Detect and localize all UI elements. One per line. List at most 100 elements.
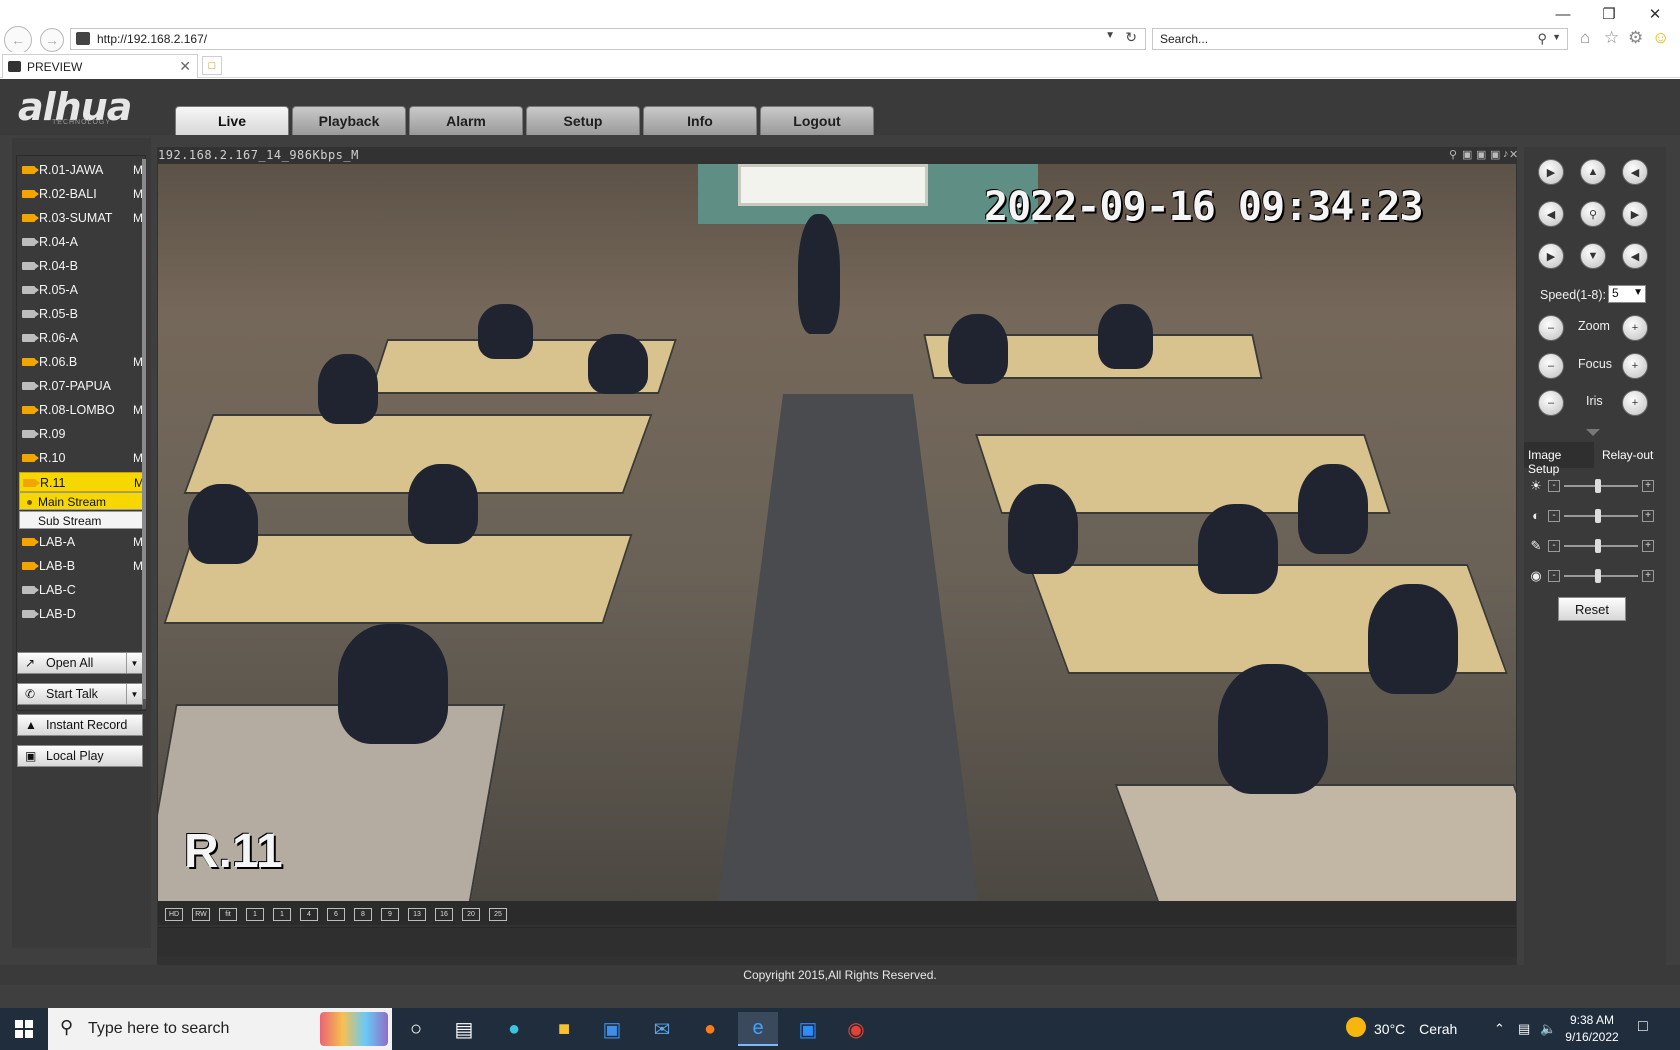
chevron-down-icon[interactable]: ▼ [126, 684, 142, 704]
tab-image-setup[interactable]: Image Setup [1524, 442, 1594, 476]
channel-item-r08[interactable]: R.08-LOMBO M [19, 400, 145, 420]
ptz-down-left-icon[interactable]: ▶ [1538, 243, 1564, 269]
zoom-app-icon[interactable]: ▣ [788, 1012, 828, 1046]
ptz-down-right-icon[interactable]: ◀ [1622, 243, 1648, 269]
chevron-down-icon[interactable]: ▼ [1552, 32, 1561, 42]
tab-alarm[interactable]: Alarm [409, 106, 523, 135]
scrollbar-thumb[interactable] [142, 159, 146, 699]
file-explorer-icon[interactable]: ■ [544, 1012, 584, 1046]
slider-knob[interactable] [1595, 539, 1601, 553]
layout-25-icon[interactable]: 25 [489, 908, 507, 921]
focus-plus-icon[interactable]: + [1622, 353, 1648, 379]
mail-icon[interactable]: ✉ [642, 1012, 682, 1046]
channel-item-r09[interactable]: R.09 [19, 424, 145, 444]
channel-item-r05b[interactable]: R.05-B [19, 304, 145, 324]
channel-item-r07[interactable]: R.07-PAPUA [19, 376, 145, 396]
ptz-auto-icon[interactable]: ⚲ [1580, 201, 1606, 227]
slider-knob[interactable] [1595, 479, 1601, 493]
edge-icon[interactable]: ● [494, 1012, 534, 1046]
focus-minus-icon[interactable]: – [1538, 353, 1564, 379]
plus-icon[interactable]: + [1642, 570, 1654, 582]
channel-item-r04a[interactable]: R.04-A [19, 232, 145, 252]
open-all-button[interactable]: ↗ Open All ▼ [17, 652, 143, 674]
forward-icon[interactable]: → [40, 28, 64, 52]
tab-playback[interactable]: Playback [292, 106, 406, 135]
raw-icon[interactable]: RW [192, 908, 210, 921]
chevron-down-icon[interactable]: ▼ [1105, 30, 1115, 41]
channel-item-r03[interactable]: R.03-SUMAT M [19, 208, 145, 228]
notification-icon[interactable]: □ [1638, 1018, 1648, 1036]
network-icon[interactable]: ▤ [1518, 1021, 1530, 1037]
iris-minus-icon[interactable]: – [1538, 390, 1564, 416]
plus-icon[interactable]: + [1642, 540, 1654, 552]
instant-record-button[interactable]: ▲ Instant Record [17, 714, 143, 736]
main-stream-option[interactable]: Main Stream [19, 492, 145, 510]
channel-item-r06b[interactable]: R.06.B M [19, 352, 145, 372]
chevron-up-icon[interactable]: ⌃ [1494, 1021, 1505, 1037]
minus-icon[interactable]: - [1548, 540, 1560, 552]
saturation-slider[interactable]: ✎ - + [1526, 536, 1666, 556]
channel-item-lab-a[interactable]: LAB-A M [19, 532, 145, 552]
weather-widget[interactable]: 30°C Cerah [1346, 1017, 1457, 1037]
minus-icon[interactable]: - [1548, 570, 1560, 582]
refresh-icon[interactable]: ↻ [1125, 29, 1137, 46]
camera-icon[interactable]: ▣ [1490, 148, 1500, 161]
plus-icon[interactable]: + [1642, 480, 1654, 492]
layout-1-wide-icon[interactable]: 1 [246, 908, 264, 921]
channel-item-r06a[interactable]: R.06-A [19, 328, 145, 348]
minus-icon[interactable]: - [1548, 510, 1560, 522]
channel-item-r02[interactable]: R.02-BALI M [19, 184, 145, 204]
layout-1-icon[interactable]: 1 [273, 908, 291, 921]
channel-item-r05a[interactable]: R.05-A [19, 280, 145, 300]
ptz-down-icon[interactable]: ▼ [1580, 243, 1606, 269]
address-bar[interactable]: http://192.168.2.167/ ▼ ↻ [70, 28, 1146, 50]
gear-icon[interactable]: ⚙ [1628, 28, 1643, 48]
search-input[interactable]: Search... ⚲ ▼ [1152, 28, 1568, 50]
record-icon[interactable]: ▣ [1476, 148, 1486, 161]
chrome-icon[interactable]: ◉ [836, 1012, 876, 1046]
channel-item-r01[interactable]: R.01-JAWA M [19, 160, 145, 180]
channel-item-lab-c[interactable]: LAB-C [19, 580, 145, 600]
zoom-out-icon[interactable]: – [1538, 315, 1564, 341]
fit-screen-icon[interactable]: fit [219, 908, 237, 921]
store-icon[interactable]: ▣ [592, 1012, 632, 1046]
channel-item-lab-b[interactable]: LAB-B M [19, 556, 145, 576]
collapse-arrow-icon[interactable] [1586, 429, 1600, 436]
ptz-right-icon[interactable]: ▶ [1622, 201, 1648, 227]
slider-knob[interactable] [1595, 569, 1601, 583]
start-talk-button[interactable]: ✆ Start Talk ▼ [17, 683, 143, 705]
new-tab-icon[interactable]: □ [202, 56, 222, 75]
close-tab-icon[interactable]: ✕ [179, 58, 191, 75]
contrast-slider[interactable]: ◐ - + [1526, 506, 1666, 526]
ptz-up-icon[interactable]: ▲ [1580, 159, 1606, 185]
brightness-slider[interactable]: ☀ - + [1526, 476, 1666, 496]
zoom-in-icon[interactable]: + [1622, 315, 1648, 341]
iris-plus-icon[interactable]: + [1622, 390, 1648, 416]
minimize-icon[interactable]: — [1546, 2, 1580, 26]
speed-select[interactable]: 5 ▼ [1608, 285, 1646, 303]
layout-16-icon[interactable]: 16 [435, 908, 453, 921]
plus-icon[interactable]: + [1642, 510, 1654, 522]
cortana-icon[interactable]: ○ [396, 1012, 436, 1046]
close-icon[interactable]: ✕ [1638, 2, 1672, 26]
live-video-feed[interactable]: 2022-09-16 09:34:23 R.11 [158, 164, 1516, 901]
slider-knob[interactable] [1595, 509, 1601, 523]
ptz-up-left-icon[interactable]: ▶ [1538, 159, 1564, 185]
home-icon[interactable]: ⌂ [1580, 28, 1590, 48]
volume-icon[interactable]: 🔈 [1540, 1021, 1556, 1037]
channel-item-lab-d[interactable]: LAB-D [19, 604, 145, 624]
hue-slider[interactable]: ◉ - + [1526, 566, 1666, 586]
firefox-icon[interactable]: ● [690, 1012, 730, 1046]
channel-item-r04b[interactable]: R.04-B [19, 256, 145, 276]
tab-preview[interactable]: PREVIEW ✕ [2, 54, 198, 78]
search-icon[interactable]: ⚲ [1537, 31, 1547, 47]
taskbar-clock[interactable]: 9:38 AM 9/16/2022 [1560, 1012, 1624, 1046]
layout-4-icon[interactable]: 4 [300, 908, 318, 921]
channel-item-r11[interactable]: R.11 M [19, 472, 145, 492]
audio-icon[interactable]: ♪ [1503, 148, 1509, 160]
local-play-button[interactable]: ▣ Local Play [17, 745, 143, 767]
maximize-icon[interactable]: ❐ [1592, 2, 1626, 26]
zoom-icon[interactable]: ⚲ [1449, 148, 1457, 161]
tab-logout[interactable]: Logout [760, 106, 874, 135]
tab-info[interactable]: Info [643, 106, 757, 135]
